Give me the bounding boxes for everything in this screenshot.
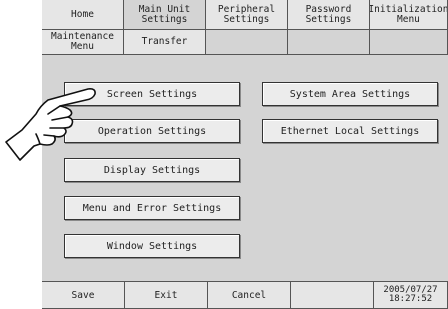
exit-button[interactable]: Exit [124, 281, 208, 309]
tab-main-unit-settings[interactable]: Main Unit Settings [122, 0, 206, 30]
tab-initialization-menu[interactable]: Initialization Menu [368, 0, 448, 30]
bottom-bar: Save Exit Cancel 2005/07/27 18:27:52 [42, 281, 448, 309]
bottom-empty-cell [290, 281, 374, 309]
pointing-hand-icon [5, 88, 96, 161]
tab-password-settings[interactable]: Password Settings [286, 0, 370, 30]
tab-empty-1 [204, 29, 288, 55]
tab-home[interactable]: Home [42, 0, 124, 30]
tab-empty-3 [368, 29, 448, 55]
ethernet-local-settings-button[interactable]: Ethernet Local Settings [262, 119, 438, 143]
settings-screen: Home Main Unit Settings Peripheral Setti… [42, 0, 448, 309]
system-area-settings-button[interactable]: System Area Settings [262, 82, 438, 106]
tab-transfer[interactable]: Transfer [122, 29, 206, 55]
tab-peripheral-settings[interactable]: Peripheral Settings [204, 0, 288, 30]
menu-and-error-settings-button[interactable]: Menu and Error Settings [64, 196, 240, 220]
window-settings-button[interactable]: Window Settings [64, 234, 240, 258]
tab-maintenance-menu[interactable]: Maintenance Menu [42, 29, 124, 55]
tab-bar: Home Main Unit Settings Peripheral Setti… [42, 0, 448, 55]
tab-empty-2 [286, 29, 370, 55]
datetime-display: 2005/07/27 18:27:52 [373, 281, 448, 309]
save-button[interactable]: Save [42, 281, 125, 309]
cancel-button[interactable]: Cancel [207, 281, 291, 309]
